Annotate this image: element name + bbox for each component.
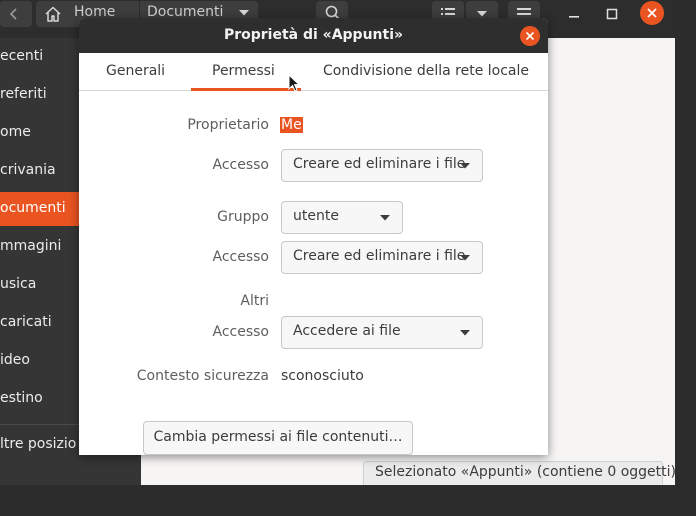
change-permissions-button-label: Cambia permessi ai file contenuti…: [153, 429, 403, 445]
caret-down-icon: [380, 215, 390, 221]
caret-down-icon: [460, 330, 470, 336]
group-label: Gruppo: [217, 209, 269, 225]
dialog-title-bar: Proprietà di «Appunti»: [79, 18, 548, 53]
others-access-label: Accesso: [212, 324, 270, 340]
security-context-value: sconosciuto: [281, 368, 364, 384]
mouse-pointer-icon: [288, 74, 300, 92]
group-value: utente: [293, 208, 339, 224]
owner-access-label: Accesso: [212, 157, 270, 173]
group-access-value: Creare ed eliminare i file: [293, 248, 466, 264]
owner-label: Proprietario: [187, 117, 269, 133]
sidebar-item-label: estino: [0, 390, 43, 406]
tab-generali[interactable]: Generali: [106, 63, 165, 79]
caret-down-icon: [460, 255, 470, 261]
maximize-button[interactable]: [600, 2, 624, 26]
minimize-button[interactable]: [562, 2, 586, 26]
sidebar-item-label: ideo: [0, 352, 30, 368]
caret-down-icon: [239, 10, 249, 16]
close-icon: [647, 8, 657, 18]
home-icon: [45, 6, 61, 22]
others-access-value: Accedere ai file: [293, 323, 401, 339]
others-access-dropdown[interactable]: Accedere ai file: [281, 316, 483, 349]
group-dropdown[interactable]: utente: [281, 201, 403, 234]
maximize-icon: [606, 8, 618, 20]
change-permissions-button[interactable]: Cambia permessi ai file contenuti…: [143, 421, 413, 455]
owner-access-value: Creare ed eliminare i file: [293, 156, 466, 172]
sidebar-item-label: ecenti: [0, 48, 44, 64]
permissions-panel: Proprietario Me Accesso Creare ed elimin…: [79, 91, 548, 455]
back-button[interactable]: [0, 1, 32, 27]
close-icon: [525, 31, 535, 41]
close-window-button[interactable]: [640, 1, 664, 25]
group-access-dropdown[interactable]: Creare ed eliminare i file: [281, 241, 483, 274]
status-text: Selezionato «Appunti» (contiene 0 oggett…: [375, 464, 675, 480]
sidebar-item-label: usica: [0, 276, 37, 292]
status-bar: Selezionato «Appunti» (contiene 0 oggett…: [363, 461, 675, 485]
sidebar-item-label: mmagini: [0, 238, 62, 254]
owner-value: Me: [280, 117, 303, 133]
sidebar-item-label: ome: [0, 124, 31, 140]
chevron-left-icon: [9, 8, 17, 20]
sidebar-item-label: referiti: [0, 86, 47, 102]
tab-bar: Generali Permessi Condivisione della ret…: [79, 53, 548, 91]
tab-condivisione[interactable]: Condivisione della rete locale: [323, 63, 529, 79]
security-context-label: Contesto sicurezza: [136, 368, 269, 384]
sidebar-item-label: crivania: [0, 162, 56, 178]
dialog-title: Proprietà di «Appunti»: [223, 27, 404, 43]
sidebar-item-label: ocumenti: [0, 200, 66, 216]
tab-permessi[interactable]: Permessi: [212, 63, 275, 79]
others-label: Altri: [240, 293, 269, 309]
owner-access-dropdown[interactable]: Creare ed eliminare i file: [281, 149, 483, 182]
minimize-icon: [569, 16, 579, 18]
sidebar-item-other-locations[interactable]: ltre posizio: [0, 436, 76, 452]
sidebar-item-label: caricati: [0, 314, 52, 330]
properties-dialog: Proprietà di «Appunti» Generali Permessi…: [79, 18, 548, 455]
caret-down-icon: [460, 163, 470, 169]
caret-down-icon: [477, 11, 487, 17]
dialog-close-button[interactable]: [520, 26, 540, 46]
group-access-label: Accesso: [212, 249, 270, 265]
